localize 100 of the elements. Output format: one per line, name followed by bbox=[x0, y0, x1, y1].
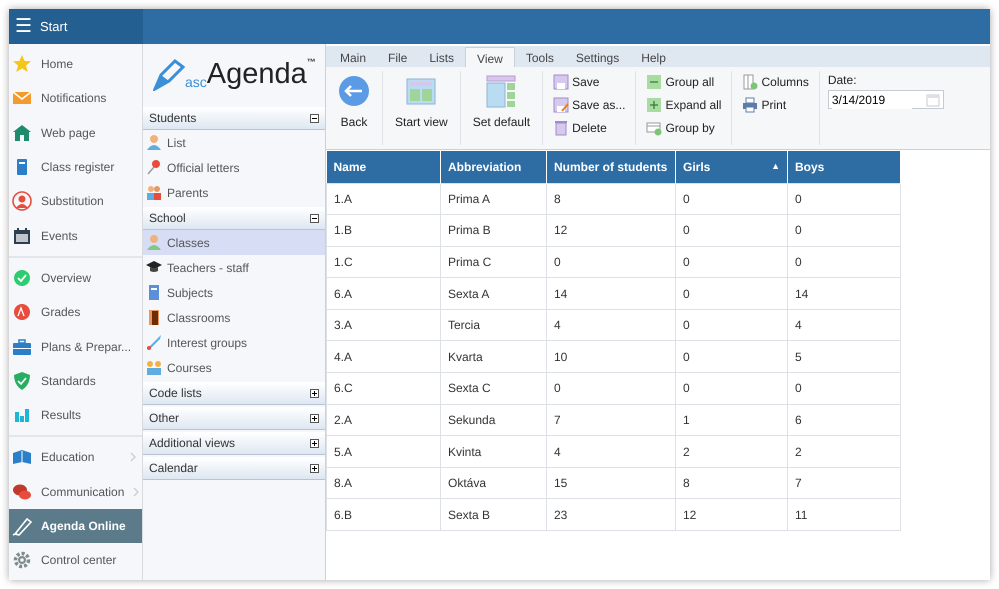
table-cell: 0 bbox=[676, 183, 788, 215]
house-icon bbox=[12, 122, 32, 143]
nav-item[interactable]: Standards bbox=[9, 364, 142, 398]
table-cell: 5.A bbox=[326, 436, 440, 468]
trash-icon bbox=[553, 120, 570, 136]
toolbar-button[interactable]: Back bbox=[334, 71, 374, 133]
pushpin-icon bbox=[146, 159, 162, 176]
nav-item[interactable]: Class register bbox=[9, 150, 142, 184]
table-cell: 1.C bbox=[326, 246, 440, 278]
toolbar-button[interactable]: Group by bbox=[644, 117, 724, 139]
nav-item[interactable]: Overview bbox=[9, 260, 142, 296]
table-cell: 0 bbox=[676, 246, 788, 278]
table-cell: 6.C bbox=[326, 372, 440, 404]
toolbar-button[interactable]: Columns bbox=[740, 71, 811, 93]
nav-item[interactable]: Communication bbox=[9, 474, 142, 509]
column-header[interactable]: Boys bbox=[788, 151, 900, 183]
nav-item[interactable]: Agenda Online bbox=[9, 508, 142, 544]
table-cell: 3.A bbox=[326, 309, 440, 341]
nav-item[interactable]: Plans & Prepar... bbox=[9, 329, 142, 364]
ribbon-tab[interactable]: Main bbox=[329, 47, 378, 67]
chevron-right-icon bbox=[133, 486, 140, 497]
column-header[interactable]: Number of students bbox=[546, 151, 676, 183]
toolbar-button[interactable]: Set default bbox=[468, 71, 534, 133]
nav-item[interactable]: Substitution bbox=[9, 184, 142, 218]
printer-icon bbox=[742, 97, 758, 113]
toolbar-button[interactable]: Delete bbox=[551, 117, 628, 139]
table-cell: Prima C bbox=[440, 246, 546, 278]
nav-item[interactable]: Home bbox=[9, 47, 142, 82]
table-cell: 2 bbox=[788, 436, 900, 468]
table-cell: 8 bbox=[676, 467, 788, 499]
expand-icon bbox=[310, 464, 319, 472]
nav-item[interactable]: Control center bbox=[9, 543, 142, 578]
tree-item[interactable]: Courses bbox=[143, 355, 325, 380]
table-cell: 4 bbox=[546, 309, 676, 341]
toolbar-button[interactable]: Group all bbox=[644, 71, 724, 93]
table-cell: Prima B bbox=[440, 214, 546, 246]
nav-item[interactable]: Results bbox=[9, 398, 142, 432]
ribbon-tab[interactable]: Lists bbox=[418, 47, 466, 67]
column-header[interactable]: Abbreviation bbox=[440, 151, 546, 183]
table-cell: Tercia bbox=[440, 309, 546, 341]
ribbon-tab[interactable]: Tools bbox=[514, 47, 565, 67]
tree-item[interactable]: Classrooms bbox=[143, 305, 325, 330]
table-cell: 0 bbox=[546, 246, 676, 278]
table-cell: 11 bbox=[788, 498, 900, 531]
tree-item[interactable]: Official letters bbox=[143, 155, 325, 180]
section-header[interactable]: Other bbox=[143, 407, 325, 430]
section-header[interactable]: Additional views bbox=[143, 432, 325, 455]
table-cell: 4 bbox=[546, 436, 676, 468]
check-circle-icon bbox=[12, 268, 32, 288]
table-cell: 12 bbox=[546, 214, 676, 246]
tree-item[interactable]: Parents bbox=[143, 180, 325, 205]
section-header[interactable]: Students bbox=[143, 107, 325, 130]
ribbon-tab[interactable]: File bbox=[377, 47, 418, 67]
toolbar-button[interactable]: Expand all bbox=[644, 94, 724, 116]
collapse-icon bbox=[310, 214, 319, 222]
date-field[interactable]: 3/14/2019 bbox=[828, 90, 944, 109]
group-icon bbox=[146, 359, 162, 376]
table-cell: 0 bbox=[676, 340, 788, 373]
table-cell: 14 bbox=[788, 278, 900, 310]
toolbar-button[interactable]: Save bbox=[551, 71, 628, 93]
table-cell: 7 bbox=[788, 467, 900, 499]
calendar-icon bbox=[12, 226, 32, 246]
nav-item[interactable]: Notifications bbox=[9, 81, 142, 116]
table-cell: 12 bbox=[676, 498, 788, 531]
table-cell: 6 bbox=[788, 404, 900, 436]
sort-indicator: ▲ bbox=[771, 160, 780, 173]
column-header[interactable]: Girls bbox=[683, 158, 710, 176]
column-header[interactable]: Name bbox=[326, 151, 440, 183]
expand-icon bbox=[310, 388, 319, 398]
tree-item[interactable]: Subjects bbox=[143, 280, 325, 305]
nav-item[interactable]: Education bbox=[9, 440, 142, 475]
toolbar-button[interactable]: Save as... bbox=[551, 94, 628, 116]
nav-item[interactable]: Grades bbox=[9, 295, 142, 330]
section-header[interactable]: School bbox=[143, 207, 325, 230]
tree-item[interactable]: Interest groups bbox=[143, 330, 325, 355]
menu-button[interactable]: ☰ bbox=[15, 17, 32, 36]
ribbon-tab[interactable]: Settings bbox=[564, 47, 630, 67]
section-header[interactable]: Code lists bbox=[143, 382, 325, 405]
table-cell: 1 bbox=[676, 404, 788, 436]
table-cell: 6.A bbox=[326, 278, 440, 310]
table-cell: 8.A bbox=[326, 467, 440, 499]
table-cell: 2.A bbox=[326, 404, 440, 436]
section-header[interactable]: Calendar bbox=[143, 457, 325, 480]
table-cell: 0 bbox=[676, 372, 788, 404]
table-cell: 15 bbox=[546, 467, 676, 499]
ribbon-tab[interactable]: View bbox=[465, 47, 515, 67]
trademark: ™ bbox=[306, 56, 316, 67]
table-cell: 0 bbox=[676, 278, 788, 310]
ribbon-tab[interactable]: Help bbox=[630, 47, 677, 67]
tree-item[interactable]: Classes bbox=[143, 230, 325, 255]
tree-item[interactable]: Teachers - staff bbox=[143, 255, 325, 280]
toolbar-button[interactable]: Print bbox=[740, 94, 811, 116]
expand-icon bbox=[646, 97, 662, 113]
nav-item[interactable]: Events bbox=[9, 218, 142, 253]
chat-bubbles-icon bbox=[12, 482, 32, 502]
calendar-icon bbox=[926, 92, 940, 106]
toolbar-button[interactable]: Start view bbox=[391, 71, 452, 133]
tree-item[interactable]: List bbox=[143, 130, 325, 155]
table-cell: 0 bbox=[546, 372, 676, 404]
nav-item[interactable]: Web page bbox=[9, 116, 142, 150]
